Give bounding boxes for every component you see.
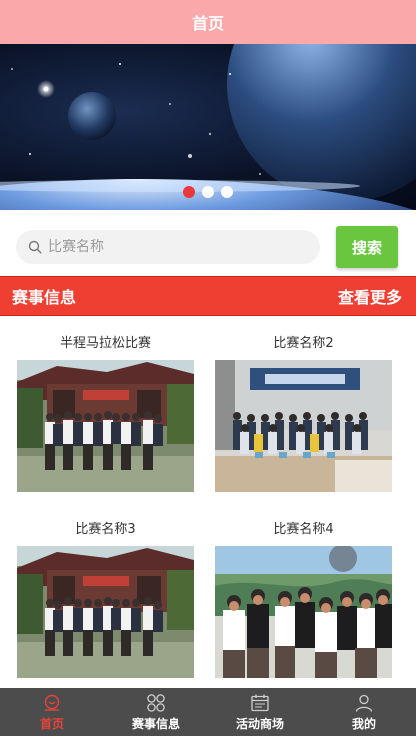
bottom-nav: 首页 赛事信息 活动商场 我的 — [0, 688, 416, 736]
search-bar: 搜索 — [0, 220, 416, 274]
banner-carousel[interactable] — [0, 44, 416, 210]
event-card[interactable]: 半程马拉松比赛 — [17, 333, 194, 492]
app-screen: 首页 比赛名称 搜索 赛事信息 查看更多 半程马拉松比赛 比赛名称2 比赛名称3… — [0, 0, 416, 736]
event-card[interactable]: 比赛名称3 — [17, 519, 194, 678]
nav-label: 我的 — [351, 717, 376, 731]
event-photo[interactable] — [215, 546, 392, 678]
nav-item-me[interactable]: 我的 — [312, 688, 416, 736]
section-header: 赛事信息 查看更多 — [0, 276, 416, 316]
event-title: 比赛名称2 — [273, 336, 334, 351]
search-box[interactable] — [16, 230, 320, 264]
event-title: 比赛名称4 — [273, 522, 334, 537]
carousel-indicators — [0, 186, 416, 198]
nav-label: 活动商场 — [235, 717, 284, 731]
nav-label: 赛事信息 — [131, 717, 180, 731]
title-bar: 首页 — [0, 0, 416, 44]
nav-item-mall[interactable]: 活动商场 — [208, 688, 312, 736]
nav-item-home[interactable]: 首页 — [0, 688, 104, 736]
event-card[interactable]: 比赛名称4 — [215, 519, 392, 678]
event-photo[interactable] — [17, 546, 194, 678]
carousel-dot-1[interactable] — [183, 186, 195, 198]
event-card[interactable]: 比赛名称2 — [215, 333, 392, 492]
carousel-dot-3[interactable] — [221, 186, 233, 198]
nav-label: 首页 — [39, 717, 64, 731]
user-icon — [355, 694, 373, 712]
event-photo[interactable] — [17, 360, 194, 492]
nav-item-events[interactable]: 赛事信息 — [104, 688, 208, 736]
event-title: 比赛名称3 — [75, 522, 136, 537]
section-title: 赛事信息 — [12, 288, 77, 307]
search-button[interactable]: 搜索 — [336, 226, 398, 268]
event-title: 半程马拉松比赛 — [59, 336, 151, 351]
view-more-link[interactable]: 查看更多 — [338, 284, 402, 308]
calendar-icon — [251, 694, 269, 712]
event-photo[interactable] — [215, 360, 392, 492]
home-icon — [44, 694, 60, 711]
carousel-dot-2[interactable] — [202, 186, 214, 198]
page-title: 首页 — [191, 14, 224, 33]
grid-icon — [147, 694, 165, 712]
search-input[interactable] — [48, 239, 298, 255]
search-icon — [28, 240, 42, 254]
